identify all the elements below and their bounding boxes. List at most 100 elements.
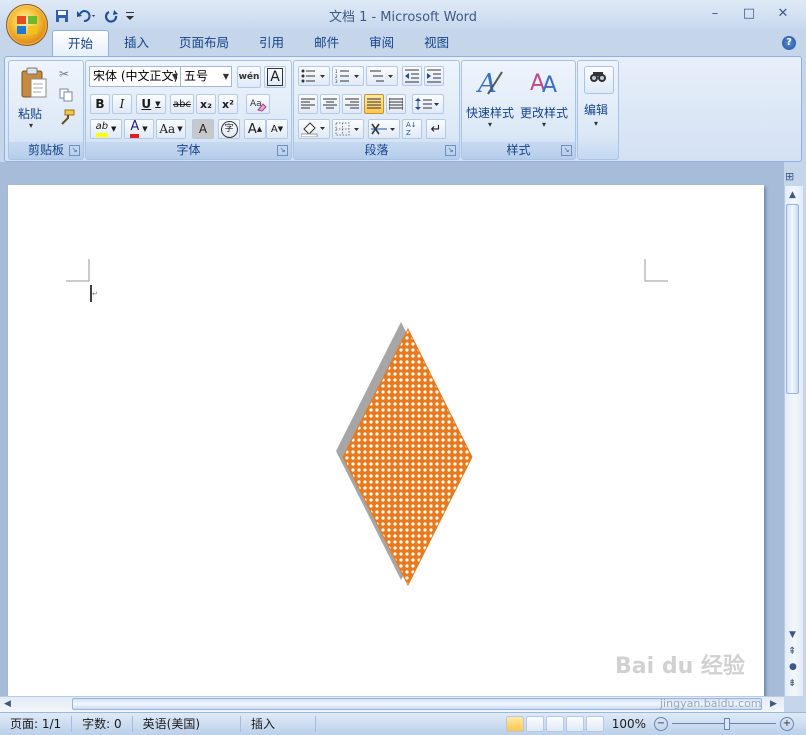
format-painter-icon[interactable] (59, 109, 75, 128)
font-size-combo[interactable]: 五号 ▼ (180, 66, 232, 87)
superscript-button[interactable]: x² (218, 94, 238, 114)
tab-view[interactable]: 视图 (409, 30, 464, 56)
clipboard-launcher-icon[interactable]: ↘ (69, 145, 80, 156)
line-spacing-button[interactable] (412, 94, 444, 114)
vertical-scroll-thumb[interactable] (786, 204, 799, 394)
char-border-button[interactable]: A (264, 66, 286, 88)
zoom-thumb[interactable] (724, 718, 730, 730)
quick-styles-button[interactable]: A 快速样式 ▾ (464, 64, 518, 136)
tab-mailings[interactable]: 邮件 (299, 30, 354, 56)
maximize-button[interactable]: □ (738, 6, 760, 24)
shrink-font-button[interactable]: A ▼ (266, 119, 288, 139)
increase-indent-button[interactable] (424, 66, 444, 86)
tab-page-layout[interactable]: 页面布局 (164, 30, 244, 56)
horizontal-scroll-thumb[interactable] (72, 698, 762, 710)
italic-button[interactable]: I (112, 94, 132, 114)
shading-button[interactable] (298, 119, 330, 139)
tab-references[interactable]: 引用 (244, 30, 299, 56)
tab-insert[interactable]: 插入 (109, 30, 164, 56)
show-marks-button[interactable]: ↵ (426, 119, 446, 139)
phonetic-guide-button[interactable]: wén (237, 66, 261, 88)
web-layout-icon[interactable] (545, 716, 564, 732)
help-icon[interactable]: ? (782, 36, 796, 50)
customize-qat-icon[interactable] (124, 7, 136, 25)
zoom-in-icon[interactable]: + (780, 717, 794, 731)
shrink-font-icon: A (270, 123, 278, 135)
select-browse-object-icon[interactable]: ● (789, 662, 797, 672)
zoom-level[interactable]: 100% (612, 717, 646, 731)
highlight-button[interactable]: ab ▼ (90, 119, 122, 139)
styles-launcher-icon[interactable]: ↘ (561, 145, 572, 156)
chevron-down-icon: ▾ (594, 119, 599, 128)
close-button[interactable]: ✕ (772, 6, 794, 24)
underline-button[interactable]: U ▼ (136, 94, 166, 114)
scroll-right-icon[interactable]: ▶ (770, 699, 777, 709)
chevron-down-icon: ▼ (222, 72, 229, 81)
page-count[interactable]: 页面: 1/1 (0, 716, 73, 732)
distributed-button[interactable] (386, 94, 406, 114)
outline-view-icon[interactable] (565, 716, 584, 732)
paste-button[interactable]: 粘贴 ▾ (15, 65, 51, 135)
font-name-value: 宋体 (中文正文) (93, 69, 179, 83)
view-ruler-icon[interactable]: ⊞ (785, 170, 799, 186)
minimize-button[interactable]: – (704, 6, 726, 24)
editing-group[interactable]: 编辑 ▾ (577, 60, 619, 160)
font-name-combo[interactable]: 宋体 (中文正文) ▼ (89, 66, 181, 87)
full-screen-reading-icon[interactable] (525, 716, 544, 732)
change-styles-button[interactable]: A A 更改样式 ▾ (518, 64, 572, 136)
font-color-button[interactable]: A ▼ (124, 119, 154, 139)
scroll-down-icon[interactable]: ▼ (789, 630, 796, 640)
multilevel-list-button[interactable] (366, 66, 398, 86)
redo-icon[interactable] (102, 7, 122, 25)
change-case-button[interactable]: Aa ▼ (156, 119, 186, 139)
document-page[interactable]: ↵ (8, 185, 764, 705)
print-layout-view-icon[interactable] (505, 716, 524, 732)
paragraph-launcher-icon[interactable]: ↘ (445, 145, 456, 156)
align-center-button[interactable] (320, 94, 340, 114)
sort-button[interactable]: A↓Z (402, 119, 422, 139)
chevron-down-icon: ▼ (155, 100, 161, 108)
word-count[interactable]: 字数: 0 (72, 716, 133, 732)
previous-page-icon[interactable]: ⇞ (788, 646, 796, 657)
bold-button[interactable]: B (90, 94, 110, 114)
char-border-icon: A (267, 68, 283, 86)
tab-home[interactable]: 开始 (52, 30, 110, 57)
clear-formatting-button[interactable]: Aa (246, 94, 270, 114)
underline-icon: U (141, 97, 152, 111)
ribbon-tabs: 开始 插入 页面布局 引用 邮件 审阅 视图 (52, 30, 464, 57)
subscript-button[interactable]: x₂ (196, 94, 216, 114)
strikethrough-button[interactable]: abc (170, 94, 194, 114)
zoom-slider[interactable] (672, 718, 776, 730)
align-right-button[interactable] (342, 94, 362, 114)
save-icon[interactable] (52, 7, 72, 25)
insert-mode[interactable]: 插入 (241, 716, 317, 732)
office-logo-icon (17, 16, 37, 34)
grow-font-button[interactable]: A ▲ (244, 119, 266, 139)
numbering-button[interactable]: 123 (332, 66, 364, 86)
cut-icon[interactable]: ✂ (59, 67, 69, 81)
enclose-characters-button[interactable]: 字 (218, 119, 240, 139)
ribbon: 粘贴 ▾ ✂ 剪贴板 ↘ 宋体 (中文正文) ▼ 五号 ▼ wén A B I U ▼ … (4, 56, 802, 162)
font-launcher-icon[interactable]: ↘ (277, 145, 288, 156)
paste-dropdown-icon[interactable]: ▾ (29, 121, 33, 130)
justify-button[interactable] (364, 94, 384, 114)
char-shading-button[interactable]: A (192, 119, 214, 139)
office-button[interactable] (6, 4, 48, 46)
zoom-out-icon[interactable]: − (654, 717, 668, 731)
bullets-button[interactable] (298, 66, 330, 86)
undo-icon[interactable] (74, 7, 100, 25)
next-page-icon[interactable]: ⇟ (788, 678, 796, 689)
scroll-up-icon[interactable]: ▲ (789, 190, 796, 200)
watermark-brand: Bai du 经验 (615, 654, 745, 679)
status-bar: 页面: 1/1 字数: 0 英语(美国) 插入 100% − + (0, 712, 806, 735)
tab-review[interactable]: 审阅 (354, 30, 409, 56)
copy-icon[interactable] (59, 88, 73, 105)
scroll-left-icon[interactable]: ◀ (4, 699, 11, 709)
align-right-icon (345, 98, 359, 109)
language-indicator[interactable]: 英语(美国) (133, 716, 242, 732)
borders-button[interactable] (332, 119, 364, 139)
draft-view-icon[interactable] (585, 716, 604, 732)
align-left-button[interactable] (298, 94, 318, 114)
asian-layout-button[interactable] (368, 119, 400, 139)
decrease-indent-button[interactable] (402, 66, 422, 86)
